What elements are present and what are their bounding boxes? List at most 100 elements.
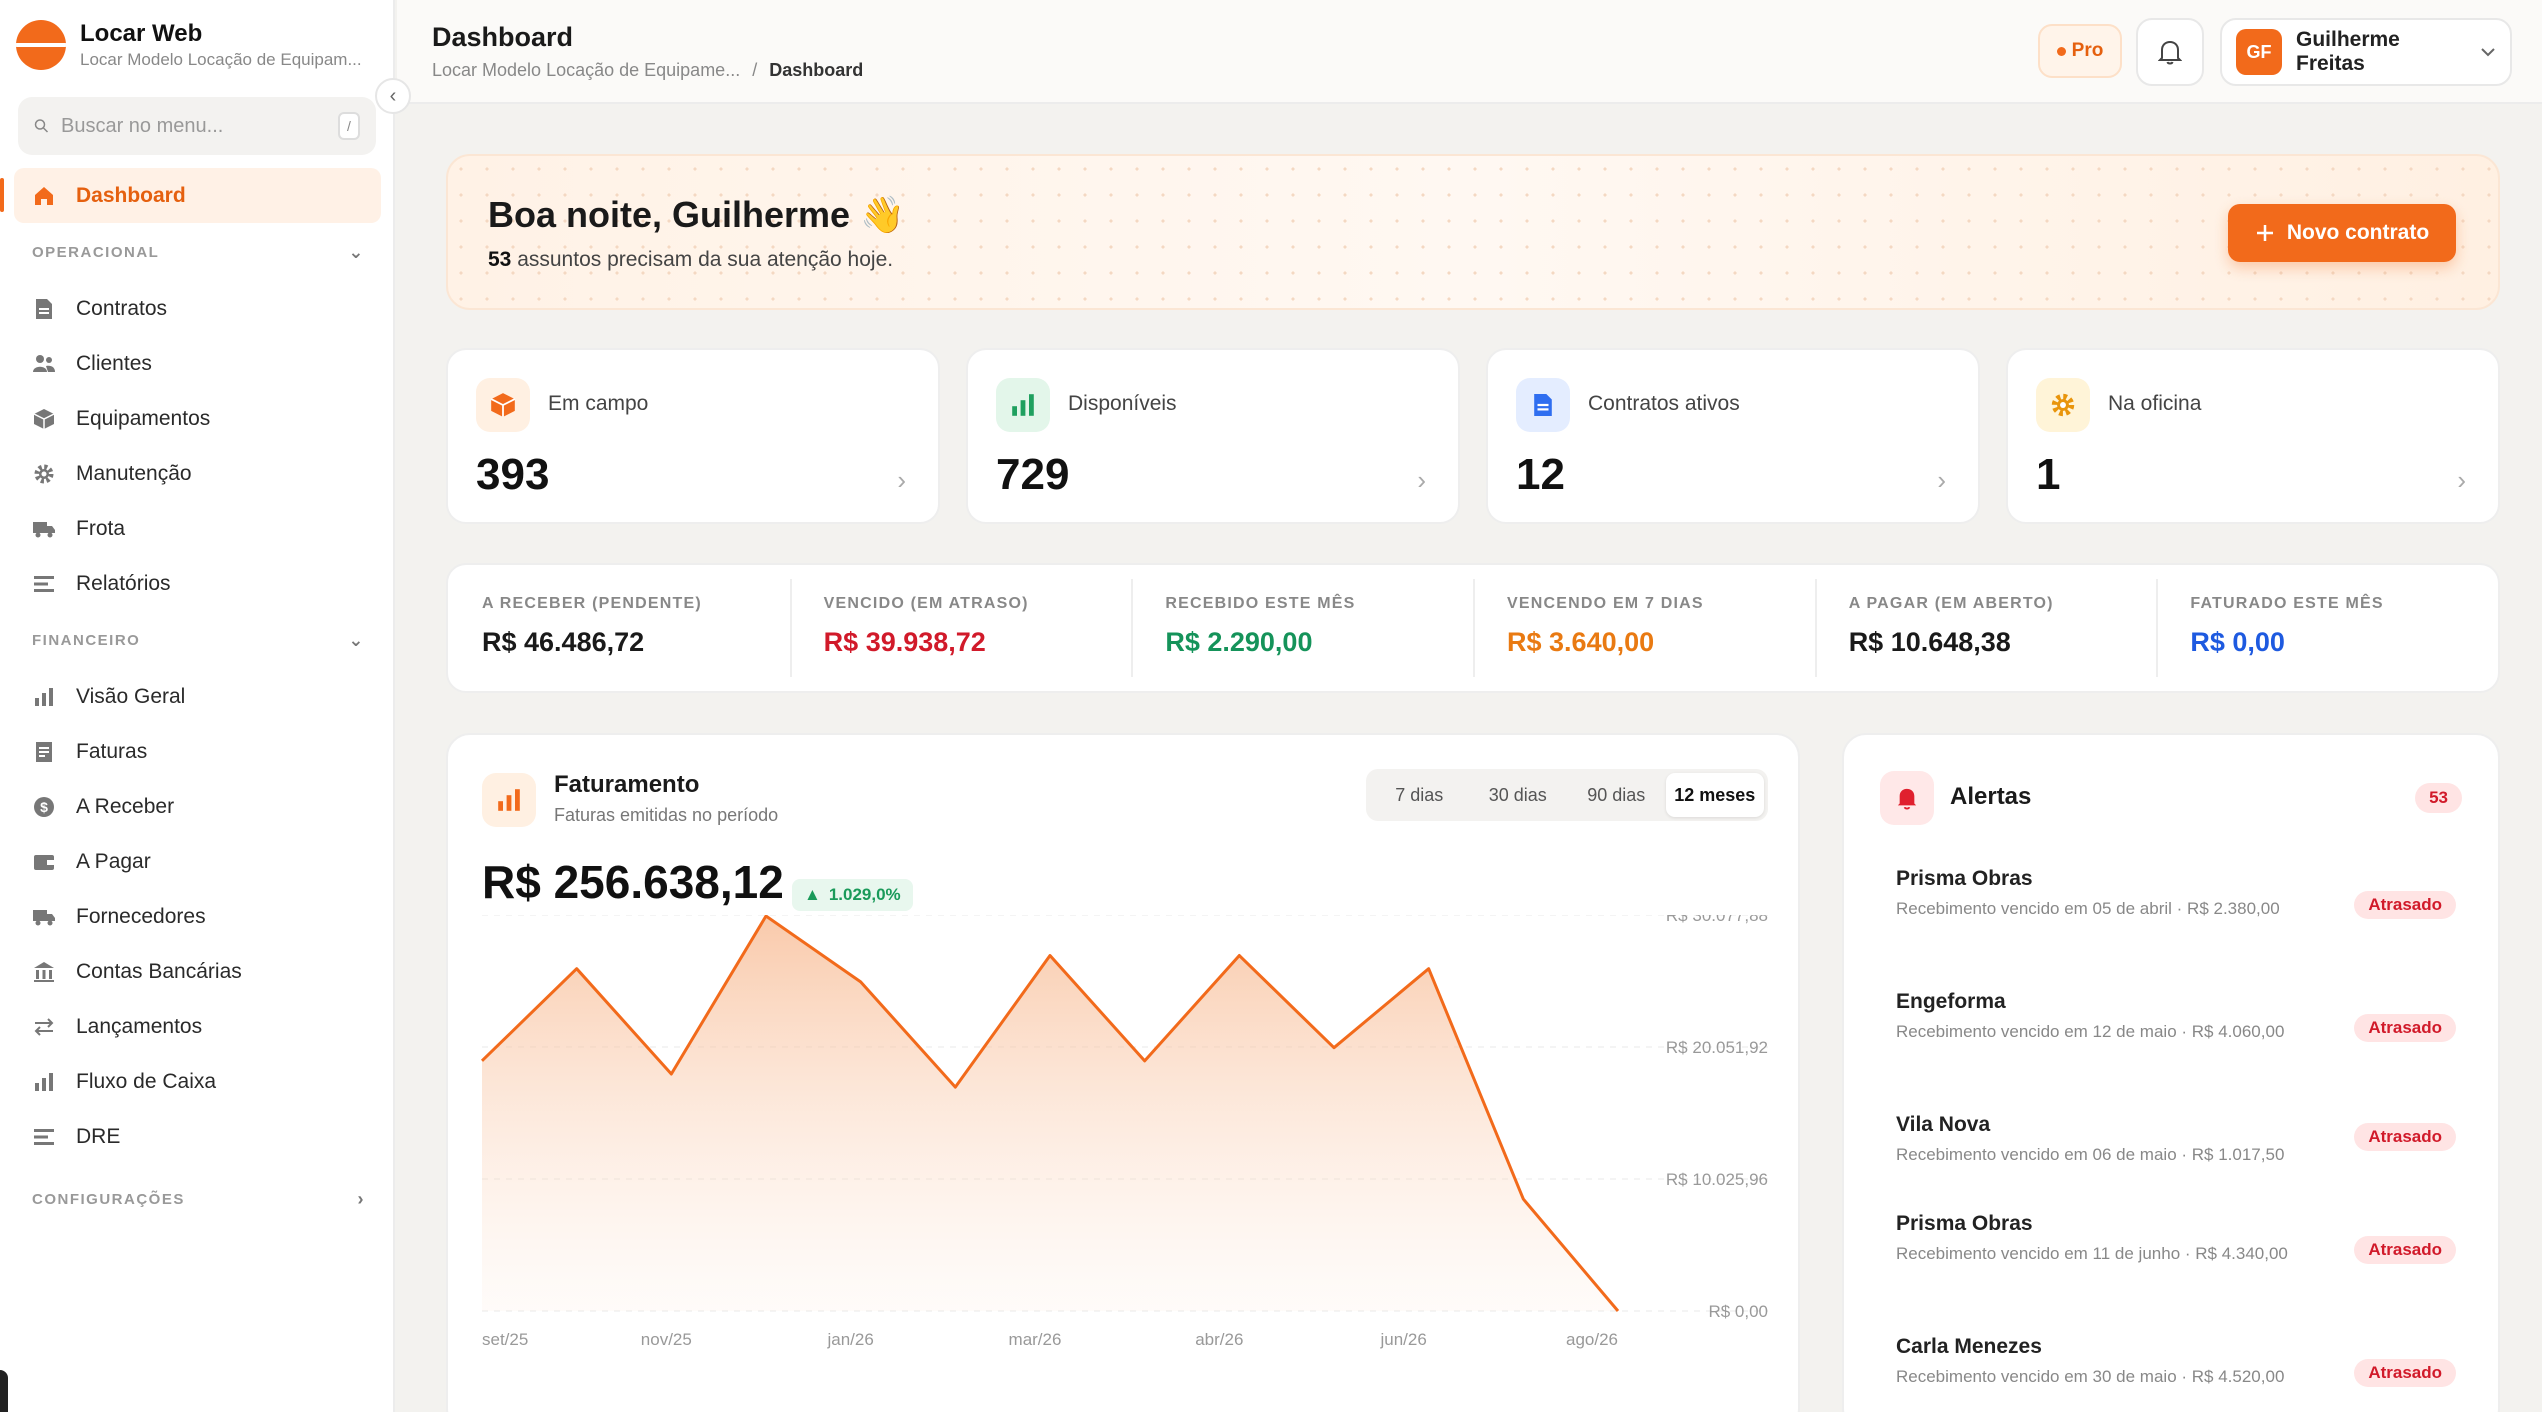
finance-value: R$ 46.486,72 [482, 627, 645, 657]
sidebar-item-fluxo-de-caixa[interactable]: Fluxo de Caixa [0, 1054, 395, 1109]
range-selector: 7 dias 30 dias 90 dias 12 meses [1366, 769, 1768, 821]
x-tick-label: mar/26 [1009, 1330, 1062, 1349]
pro-label: Pro [2071, 40, 2104, 61]
truck-icon [32, 905, 56, 929]
finance-a-pagar[interactable]: A PAGAR (EM ABERTO) R$ 10.648,38 [1814, 565, 2157, 691]
range-12-meses[interactable]: 12 meses [1665, 773, 1764, 817]
growth-badge: ▲ 1.029,0% [792, 879, 913, 911]
alerts-count-badge: 53 [2415, 783, 2462, 813]
alert-description: Recebimento vencido em 11 de junho · R$ … [1896, 1244, 2288, 1263]
finance-label: RECEBIDO ESTE MÊS [1165, 595, 1356, 612]
sidebar-item-dashboard[interactable]: Dashboard [0, 168, 381, 223]
alert-description: Recebimento vencido em 30 de maio · R$ 4… [1896, 1367, 2285, 1386]
x-tick-label: ago/26 [1566, 1330, 1618, 1349]
home-icon [32, 184, 56, 208]
attention-count: 53 [488, 248, 512, 271]
stat-card-na-oficina[interactable]: Na oficina 1 › [2006, 348, 2500, 524]
user-menu[interactable]: GF Guilherme Freitas [2220, 18, 2512, 86]
y-tick-label: R$ 20.051,92 [1666, 1038, 1768, 1057]
sidebar-item-relatorios[interactable]: Relatórios [0, 556, 395, 611]
document-icon [1516, 378, 1570, 432]
sidebar-item-manutencao[interactable]: Manutenção [0, 446, 395, 501]
range-90-dias[interactable]: 90 dias [1567, 773, 1666, 817]
sidebar-item-dre[interactable]: DRE [0, 1109, 395, 1164]
finance-value: R$ 0,00 [2190, 627, 2285, 657]
sidebar-item-label: Contas Bancárias [76, 959, 242, 983]
svg-text:$: $ [40, 799, 48, 815]
alerts-card: Alertas 53 Prisma Obras Recebimento venc… [1842, 733, 2500, 1412]
sidebar-item-a-pagar[interactable]: A Pagar [0, 834, 395, 889]
sidebar-item-contratos[interactable]: Contratos [0, 281, 395, 336]
alert-item[interactable]: Vila Nova Recebimento vencido em 06 de m… [1896, 1113, 2456, 1167]
x-tick-label: jan/26 [827, 1330, 874, 1349]
revenue-card: Faturamento Faturas emitidas no período … [446, 733, 1800, 1412]
attention-text: assuntos precisam da sua atenção hoje. [511, 248, 894, 271]
alert-item[interactable]: Carla Menezes Recebimento vencido em 30 … [1896, 1335, 2456, 1389]
stat-card-disponiveis[interactable]: Disponíveis 729 › [966, 348, 1460, 524]
sidebar-item-visao-geral[interactable]: Visão Geral [0, 669, 395, 724]
sidebar-item-faturas[interactable]: Faturas [0, 724, 395, 779]
chevron-right-icon: › [1937, 465, 1946, 495]
finance-value: R$ 3.640,00 [1507, 627, 1655, 657]
breadcrumb-current: Dashboard [769, 60, 864, 80]
sidebar-item-contas-bancarias[interactable]: Contas Bancárias [0, 944, 395, 999]
alert-item[interactable]: Engeforma Recebimento vencido em 12 de m… [1896, 990, 2456, 1044]
revenue-area [482, 916, 1618, 1311]
status-badge: Atrasado [2354, 891, 2456, 919]
revenue-total: R$ 256.638,12 [482, 856, 784, 908]
chevron-right-icon: › [1417, 465, 1426, 495]
finance-vencido[interactable]: VENCIDO (EM ATRASO) R$ 39.938,72 [789, 565, 1132, 691]
x-tick-label: jun/26 [1380, 1330, 1427, 1349]
sidebar-item-label: Frota [76, 516, 126, 540]
pro-badge[interactable]: Pro [2038, 24, 2122, 78]
sidebar-item-fornecedores[interactable]: Fornecedores [0, 889, 395, 944]
sidebar-item-label: Equipamentos [76, 406, 211, 430]
sidebar-item-clientes[interactable]: Clientes [0, 336, 395, 391]
lines-icon [32, 1125, 56, 1149]
brand[interactable]: Locar Web Locar Modelo Locação de Equipa… [16, 20, 380, 70]
alert-description: Recebimento vencido em 06 de maio · R$ 1… [1896, 1145, 2285, 1164]
breadcrumb-parent[interactable]: Locar Modelo Locação de Equipame... [432, 60, 740, 81]
new-contract-button[interactable]: Novo contrato [2228, 204, 2456, 262]
finance-faturado[interactable]: FATURADO ESTE MÊS R$ 0,00 [2156, 565, 2498, 691]
section-configuracoes[interactable]: CONFIGURAÇÕES › [0, 1170, 395, 1228]
chevron-down-icon: ⌄ [348, 241, 365, 262]
range-7-dias[interactable]: 7 dias [1370, 773, 1469, 817]
sidebar-item-equipamentos[interactable]: Equipamentos [0, 391, 395, 446]
sidebar-item-label: Fornecedores [76, 904, 206, 928]
sidebar-item-label: Visão Geral [76, 684, 186, 708]
section-operacional[interactable]: OPERACIONAL ⌄ [0, 223, 395, 281]
sidebar-item-a-receber[interactable]: $ A Receber [0, 779, 395, 834]
sidebar-item-frota[interactable]: Frota [0, 501, 395, 556]
finance-a-receber[interactable]: A RECEBER (PENDENTE) R$ 46.486,72 [448, 565, 790, 691]
menu-search[interactable]: / [18, 97, 376, 155]
collapse-sidebar-button[interactable]: ‹ [375, 78, 411, 114]
alert-name: Prisma Obras [1896, 1212, 2033, 1235]
sidebar-item-label: Manutenção [76, 461, 192, 485]
finance-label: A PAGAR (EM ABERTO) [1848, 595, 2054, 612]
sidebar-item-lancamentos[interactable]: Lançamentos [0, 999, 395, 1054]
section-financeiro[interactable]: FINANCEIRO ⌄ [0, 611, 395, 669]
greeting-title: Boa noite, Guilherme 👋 [488, 194, 905, 235]
status-badge: Atrasado [2354, 1123, 2456, 1151]
finance-recebido[interactable]: RECEBIDO ESTE MÊS R$ 2.290,00 [1131, 565, 1473, 691]
alert-item[interactable]: Prisma Obras Recebimento vencido em 11 d… [1896, 1212, 2456, 1266]
x-tick-label: nov/25 [641, 1330, 692, 1349]
x-tick-label: set/25 [482, 1330, 528, 1349]
revenue-chart: R$ 30.077,88 R$ 20.051,92 R$ 10.025,96 R$ 0… [480, 915, 1768, 1349]
stat-card-contratos-ativos[interactable]: Contratos ativos 12 › [1486, 348, 1980, 524]
alert-name: Carla Menezes [1896, 1335, 2042, 1358]
chevron-left-icon: ‹ [389, 84, 397, 107]
notifications-button[interactable] [2136, 18, 2204, 86]
search-input[interactable] [61, 114, 326, 138]
sidebar-item-label: Contratos [76, 296, 168, 320]
range-30-dias[interactable]: 30 dias [1469, 773, 1568, 817]
alert-name: Prisma Obras [1896, 867, 2033, 890]
stat-card-em-campo[interactable]: Em campo 393 › [446, 348, 940, 524]
chevron-down-icon: ⌄ [348, 629, 365, 650]
stat-label: Na oficina [2108, 392, 2202, 415]
bar-chart-icon [482, 773, 536, 827]
finance-vencendo[interactable]: VENCENDO EM 7 DIAS R$ 3.640,00 [1473, 565, 1815, 691]
chevron-right-icon: › [897, 465, 906, 495]
alert-item[interactable]: Prisma Obras Recebimento vencido em 05 d… [1896, 867, 2456, 921]
